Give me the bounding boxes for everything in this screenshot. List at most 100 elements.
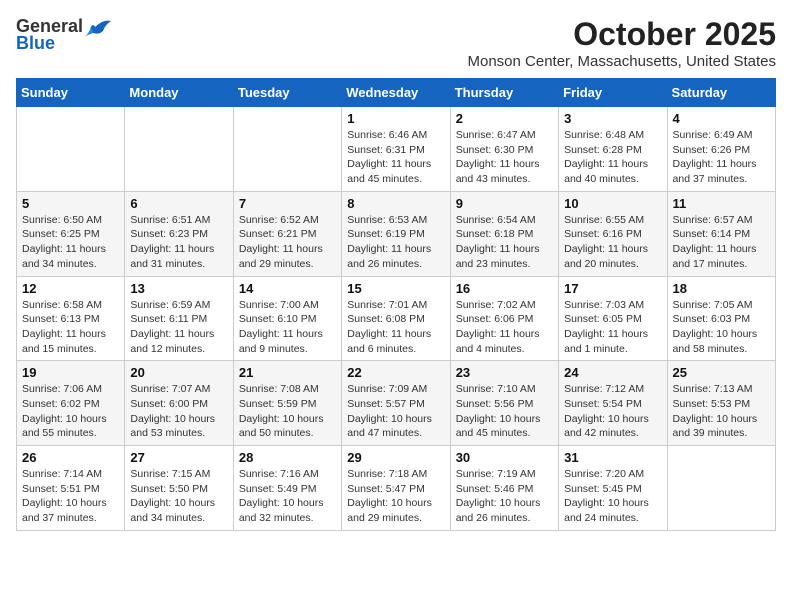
calendar-cell: 4Sunrise: 6:49 AMSunset: 6:26 PMDaylight…: [667, 107, 775, 192]
calendar-cell: 30 Sunrise: 7:19 AMSunset: 5:46 PMDayligh…: [450, 446, 558, 531]
calendar-cell: 20Sunrise: 7:07 AMSunset: 6:00 PMDayligh…: [125, 361, 233, 446]
day-number: 15: [347, 281, 444, 296]
calendar-cell: [17, 107, 125, 192]
title-area: October 2025 Monson Center, Massachusett…: [468, 16, 777, 70]
day-number: 1: [347, 111, 444, 126]
calendar-week-row: 19 Sunrise: 7:06 AMSunset: 6:02 PMDayligh…: [17, 361, 776, 446]
calendar-week-row: 5Sunrise: 6:50 AMSunset: 6:25 PMDaylight…: [17, 191, 776, 276]
day-number: 17: [564, 281, 661, 296]
day-info: Sunrise: 7:08 AMSunset: 5:59 PMDaylight:…: [239, 382, 336, 441]
day-info: Sunrise: 6:47 AMSunset: 6:30 PMDaylight:…: [456, 128, 553, 187]
day-info: Sunrise: 6:49 AMSunset: 6:26 PMDaylight:…: [673, 128, 770, 187]
logo: General Blue: [16, 16, 111, 54]
calendar-cell: 28Sunrise: 7:16 AMSunset: 5:49 PMDayligh…: [233, 446, 341, 531]
calendar-week-row: 12 Sunrise: 6:58 AMSunset: 6:13 PMDayligh…: [17, 276, 776, 361]
day-number: 13: [130, 281, 227, 296]
day-number: 2: [456, 111, 553, 126]
header-sunday: Sunday: [17, 79, 125, 107]
calendar-cell: 1 Sunrise: 6:46 AMSunset: 6:31 PMDaylight…: [342, 107, 450, 192]
day-number: 30: [456, 450, 553, 465]
calendar-cell: 13 Sunrise: 6:59 AMSunset: 6:11 PMDayligh…: [125, 276, 233, 361]
day-number: 3: [564, 111, 661, 126]
calendar-cell: 27 Sunrise: 7:15 AMSunset: 5:50 PMDayligh…: [125, 446, 233, 531]
day-number: 23: [456, 365, 553, 380]
calendar-cell: 15 Sunrise: 7:01 AMSunset: 6:08 PMDayligh…: [342, 276, 450, 361]
day-info: Sunrise: 7:12 AMSunset: 5:54 PMDaylight:…: [564, 382, 661, 441]
day-info: Sunrise: 7:18 AMSunset: 5:47 PMDaylight:…: [347, 467, 444, 526]
calendar-cell: 19 Sunrise: 7:06 AMSunset: 6:02 PMDayligh…: [17, 361, 125, 446]
logo-bird-icon: [85, 17, 111, 37]
calendar-cell: 14Sunrise: 7:00 AMSunset: 6:10 PMDayligh…: [233, 276, 341, 361]
day-info: Sunrise: 7:20 AMSunset: 5:45 PMDaylight:…: [564, 467, 661, 526]
day-info: Sunrise: 6:53 AMSunset: 6:19 PMDaylight:…: [347, 213, 444, 272]
calendar-cell: 3 Sunrise: 6:48 AMSunset: 6:28 PMDaylight…: [559, 107, 667, 192]
day-info: Sunrise: 7:15 AMSunset: 5:50 PMDaylight:…: [130, 467, 227, 526]
calendar-week-row: 1 Sunrise: 6:46 AMSunset: 6:31 PMDaylight…: [17, 107, 776, 192]
month-title: October 2025: [468, 16, 777, 53]
calendar-cell: 12 Sunrise: 6:58 AMSunset: 6:13 PMDayligh…: [17, 276, 125, 361]
day-number: 18: [673, 281, 770, 296]
day-info: Sunrise: 7:09 AMSunset: 5:57 PMDaylight:…: [347, 382, 444, 441]
day-number: 6: [130, 196, 227, 211]
day-info: Sunrise: 7:06 AMSunset: 6:02 PMDaylight:…: [22, 382, 119, 441]
day-info: Sunrise: 6:58 AMSunset: 6:13 PMDaylight:…: [22, 298, 119, 357]
calendar-cell: [125, 107, 233, 192]
day-number: 22: [347, 365, 444, 380]
day-info: Sunrise: 6:52 AMSunset: 6:21 PMDaylight:…: [239, 213, 336, 272]
day-info: Sunrise: 6:54 AMSunset: 6:18 PMDaylight:…: [456, 213, 553, 272]
day-info: Sunrise: 7:19 AMSunset: 5:46 PMDaylight:…: [456, 467, 553, 526]
calendar-cell: 8 Sunrise: 6:53 AMSunset: 6:19 PMDaylight…: [342, 191, 450, 276]
calendar-cell: 21 Sunrise: 7:08 AMSunset: 5:59 PMDayligh…: [233, 361, 341, 446]
day-info: Sunrise: 7:13 AMSunset: 5:53 PMDaylight:…: [673, 382, 770, 441]
day-info: Sunrise: 6:48 AMSunset: 6:28 PMDaylight:…: [564, 128, 661, 187]
day-info: Sunrise: 7:00 AMSunset: 6:10 PMDaylight:…: [239, 298, 336, 357]
header-friday: Friday: [559, 79, 667, 107]
day-number: 25: [673, 365, 770, 380]
day-number: 27: [130, 450, 227, 465]
day-number: 8: [347, 196, 444, 211]
calendar-cell: 7 Sunrise: 6:52 AMSunset: 6:21 PMDaylight…: [233, 191, 341, 276]
calendar-cell: 18 Sunrise: 7:05 AMSunset: 6:03 PMDayligh…: [667, 276, 775, 361]
calendar-cell: 22 Sunrise: 7:09 AMSunset: 5:57 PMDayligh…: [342, 361, 450, 446]
day-number: 24: [564, 365, 661, 380]
calendar-week-row: 26Sunrise: 7:14 AMSunset: 5:51 PMDayligh…: [17, 446, 776, 531]
day-number: 26: [22, 450, 119, 465]
day-info: Sunrise: 7:05 AMSunset: 6:03 PMDaylight:…: [673, 298, 770, 357]
day-info: Sunrise: 6:46 AMSunset: 6:31 PMDaylight:…: [347, 128, 444, 187]
location-title: Monson Center, Massachusetts, United Sta…: [468, 53, 777, 70]
logo-blue-text: Blue: [16, 33, 55, 54]
header-thursday: Thursday: [450, 79, 558, 107]
calendar-cell: 2 Sunrise: 6:47 AMSunset: 6:30 PMDaylight…: [450, 107, 558, 192]
day-info: Sunrise: 6:59 AMSunset: 6:11 PMDaylight:…: [130, 298, 227, 357]
calendar-cell: 25 Sunrise: 7:13 AMSunset: 5:53 PMDayligh…: [667, 361, 775, 446]
day-info: Sunrise: 6:50 AMSunset: 6:25 PMDaylight:…: [22, 213, 119, 272]
calendar-cell: 16 Sunrise: 7:02 AMSunset: 6:06 PMDayligh…: [450, 276, 558, 361]
calendar-cell: 31 Sunrise: 7:20 AMSunset: 5:45 PMDayligh…: [559, 446, 667, 531]
header-tuesday: Tuesday: [233, 79, 341, 107]
day-info: Sunrise: 6:51 AMSunset: 6:23 PMDaylight:…: [130, 213, 227, 272]
day-number: 10: [564, 196, 661, 211]
calendar-cell: 5Sunrise: 6:50 AMSunset: 6:25 PMDaylight…: [17, 191, 125, 276]
day-number: 20: [130, 365, 227, 380]
calendar-table: SundayMondayTuesdayWednesdayThursdayFrid…: [16, 78, 776, 531]
calendar-cell: 10Sunrise: 6:55 AMSunset: 6:16 PMDayligh…: [559, 191, 667, 276]
day-number: 31: [564, 450, 661, 465]
calendar-cell: 23 Sunrise: 7:10 AMSunset: 5:56 PMDayligh…: [450, 361, 558, 446]
day-info: Sunrise: 7:10 AMSunset: 5:56 PMDaylight:…: [456, 382, 553, 441]
day-number: 19: [22, 365, 119, 380]
header: General Blue October 2025 Monson Center,…: [16, 16, 776, 70]
calendar-header-row: SundayMondayTuesdayWednesdayThursdayFrid…: [17, 79, 776, 107]
header-wednesday: Wednesday: [342, 79, 450, 107]
day-number: 9: [456, 196, 553, 211]
day-info: Sunrise: 7:03 AMSunset: 6:05 PMDaylight:…: [564, 298, 661, 357]
day-number: 28: [239, 450, 336, 465]
day-number: 16: [456, 281, 553, 296]
day-info: Sunrise: 7:01 AMSunset: 6:08 PMDaylight:…: [347, 298, 444, 357]
calendar-cell: 6 Sunrise: 6:51 AMSunset: 6:23 PMDaylight…: [125, 191, 233, 276]
day-number: 7: [239, 196, 336, 211]
calendar-cell: [667, 446, 775, 531]
day-number: 21: [239, 365, 336, 380]
day-number: 12: [22, 281, 119, 296]
day-info: Sunrise: 7:02 AMSunset: 6:06 PMDaylight:…: [456, 298, 553, 357]
calendar-cell: 11Sunrise: 6:57 AMSunset: 6:14 PMDayligh…: [667, 191, 775, 276]
